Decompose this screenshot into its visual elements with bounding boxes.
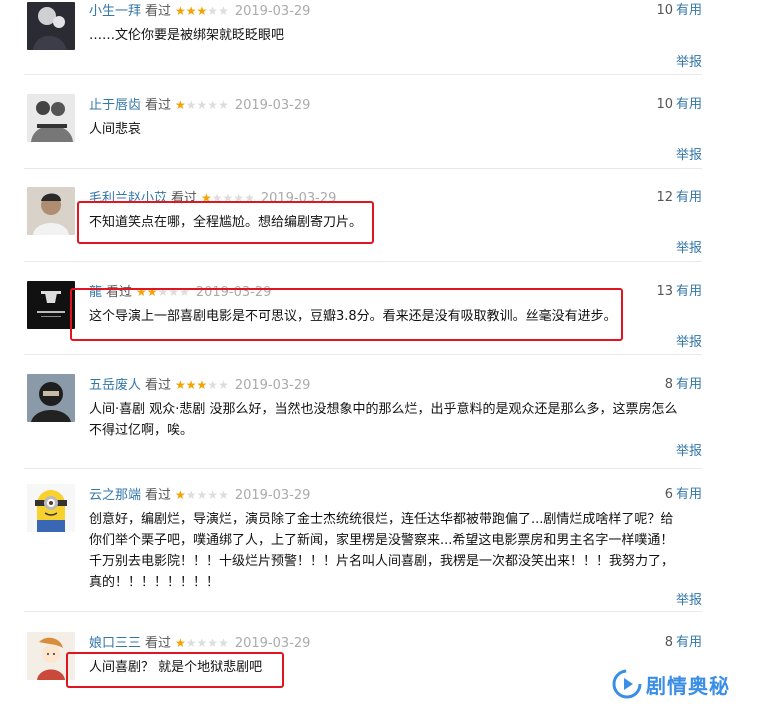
comment-date: 2019-03-29 (234, 636, 311, 651)
divider (24, 354, 702, 355)
star-fill: ★★★★★ (175, 488, 186, 502)
comment-item: 小生一拜看过★★★★★★★★★★ 2019-03-29 10有用 ……文伦你要是被… (24, 0, 702, 75)
comment-text: ……文伦你要是被绑架就眨眨眼吧 (89, 28, 285, 43)
comment-meta: 小生一拜看过★★★★★★★★★★ 2019-03-29 10有用 (89, 0, 702, 22)
useful-label: 有用 (675, 97, 702, 112)
username-link[interactable]: 止于唇齿 (89, 98, 141, 113)
highlight-box (66, 652, 284, 688)
report-link[interactable]: 举报 (676, 51, 702, 70)
report-link[interactable]: 举报 (676, 237, 702, 256)
useful-vote[interactable]: 10 有用 (656, 0, 702, 22)
useful-count: 12 (656, 190, 673, 205)
watched-label: 看过 (145, 488, 172, 503)
watched-label: 看过 (145, 98, 172, 113)
comment-meta: 云之那端看过★★★★★★★★★★ 2019-03-29 6有用 (89, 484, 702, 506)
useful-count: 8 (664, 635, 673, 650)
comment-item: 止于唇齿看过★★★★★★★★★★ 2019-03-29 10有用 人间悲哀 举报 (24, 94, 702, 169)
useful-count: 8 (664, 377, 673, 392)
rating-stars: ★★★★★★★★★★ (175, 484, 229, 506)
useful-vote[interactable]: 6 有用 (665, 484, 702, 506)
star-fill: ★★★★★ (175, 636, 186, 650)
useful-count: 6 (664, 487, 673, 502)
useful-count: 13 (656, 284, 673, 299)
report-link[interactable]: 举报 (676, 331, 702, 350)
comment-date: 2019-03-29 (234, 488, 311, 503)
highlight-box (70, 288, 623, 341)
watched-label: 看过 (145, 378, 172, 393)
avatar[interactable] (27, 484, 75, 532)
divider (24, 74, 702, 75)
comment-text: 创意好，编剧烂，导演烂，演员除了金士杰统统很烂，连任达华都被带跑偏了...剧情烂… (89, 512, 675, 590)
useful-label: 有用 (675, 190, 702, 205)
comment-list: 小生一拜看过★★★★★★★★★★2019-03-29 10有用 ……文伦你要是被… (0, 0, 757, 716)
watermark-text: 剧情奥秘 (646, 673, 730, 698)
play-swirl-icon (612, 669, 642, 699)
rating-stars: ★★★★★★★★★★ (175, 0, 229, 22)
username-link[interactable]: 云之那端 (89, 488, 141, 503)
username-link[interactable]: 五岳废人 (89, 378, 141, 393)
comment-date: 2019-03-29 (234, 4, 311, 19)
comment-meta: 五岳废人看过★★★★★★★★★★ 2019-03-29 8有用 (89, 374, 702, 396)
avatar[interactable] (27, 374, 75, 422)
useful-label: 有用 (675, 284, 702, 299)
useful-count: 10 (656, 3, 673, 18)
report-link[interactable]: 举报 (676, 589, 702, 608)
comment-text: 人间悲哀 (89, 122, 142, 137)
comment-date: 2019-03-29 (234, 378, 311, 393)
divider (24, 168, 702, 169)
username-link[interactable]: 小生一拜 (89, 4, 141, 19)
avatar[interactable] (27, 94, 75, 142)
username-link[interactable]: 娘口三三 (89, 636, 141, 651)
comment-date: 2019-03-29 (234, 98, 311, 113)
comment-text: 人间·喜剧 观众·悲剧 没那么好，当然也没想象中的那么烂，出乎意料的是观众还是那… (89, 402, 678, 438)
useful-label: 有用 (675, 635, 702, 650)
divider (24, 611, 702, 612)
highlight-box (77, 201, 374, 244)
star-fill: ★★★★★ (175, 378, 208, 392)
useful-vote[interactable]: 12 有用 (656, 187, 702, 209)
useful-vote[interactable]: 10 有用 (656, 94, 702, 116)
avatar[interactable] (27, 187, 75, 235)
watermark: 剧情奥秘 (612, 667, 730, 701)
watched-label: 看过 (145, 636, 172, 651)
useful-label: 有用 (675, 487, 702, 502)
report-link[interactable]: 举报 (676, 144, 702, 163)
useful-vote[interactable]: 13 有用 (656, 281, 702, 303)
comment-item: 云之那端看过★★★★★★★★★★ 2019-03-29 6有用 创意好，编剧烂，导… (24, 484, 702, 612)
useful-label: 有用 (675, 377, 702, 392)
avatar[interactable] (27, 281, 75, 329)
divider (24, 468, 702, 469)
comment-item: 五岳废人看过★★★★★★★★★★ 2019-03-29 8有用 人间·喜剧 观众·… (24, 374, 702, 469)
useful-vote[interactable]: 8 有用 (665, 632, 702, 654)
star-fill: ★★★★★ (175, 4, 208, 18)
useful-label: 有用 (675, 3, 702, 18)
divider (24, 261, 702, 262)
rating-stars: ★★★★★★★★★★ (175, 632, 229, 654)
useful-vote[interactable]: 8 有用 (665, 374, 702, 396)
rating-stars: ★★★★★★★★★★ (175, 374, 229, 396)
star-fill: ★★★★★ (175, 98, 186, 112)
rating-stars: ★★★★★★★★★★ (175, 94, 229, 116)
watched-label: 看过 (145, 4, 172, 19)
avatar[interactable] (27, 2, 75, 50)
comment-meta: 娘口三三看过★★★★★★★★★★ 2019-03-29 8有用 (89, 632, 702, 654)
useful-count: 10 (656, 97, 673, 112)
comment-meta: 止于唇齿看过★★★★★★★★★★ 2019-03-29 10有用 (89, 94, 702, 116)
report-link[interactable]: 举报 (676, 440, 702, 459)
